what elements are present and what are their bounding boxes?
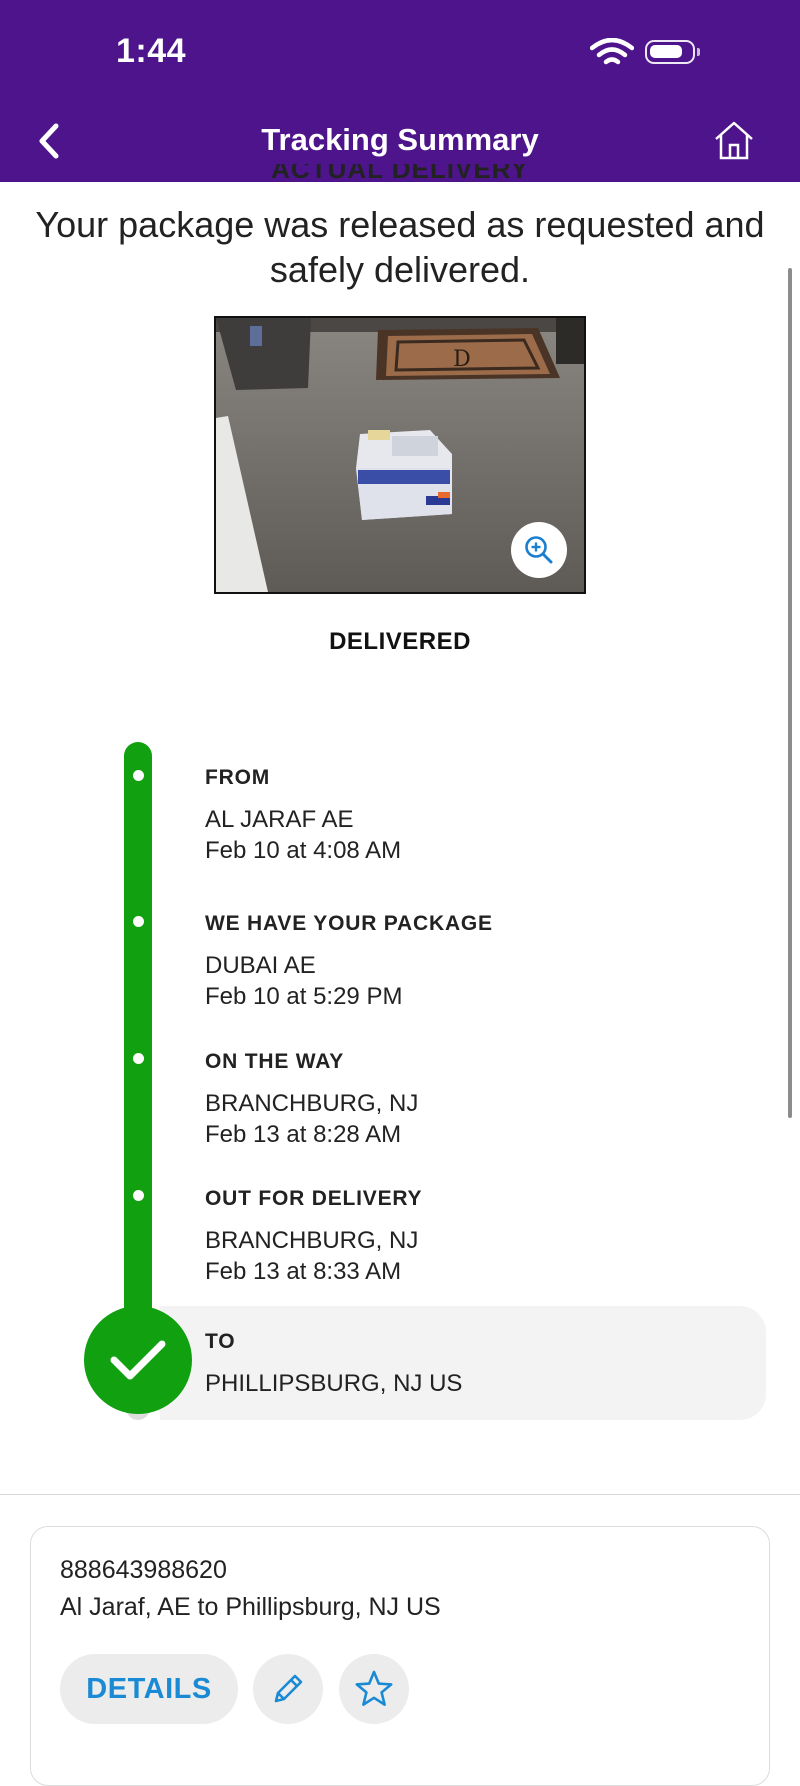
tracking-number: 888643988620 [60, 1556, 227, 1584]
battery-icon [645, 40, 700, 64]
timeline-event-on-the-way: ON THE WAY BRANCHBURG, NJ Feb 13 at 8:28… [205, 1050, 419, 1148]
actual-delivery-heading: ACTUAL DELIVERY [271, 164, 529, 182]
pencil-icon [274, 1674, 303, 1703]
timeline-event-picked-up: WE HAVE YOUR PACKAGE DUBAI AE Feb 10 at … [205, 912, 493, 1010]
zoom-photo-button[interactable] [511, 522, 567, 578]
event-location: BRANCHBURG, NJ [205, 1090, 419, 1117]
section-divider [0, 1494, 800, 1495]
svg-text:D: D [453, 347, 471, 372]
timeline-dot [133, 770, 144, 781]
timeline-event-to: TO PHILLIPSBURG, NJ US [205, 1330, 463, 1397]
details-button[interactable]: DETAILS [60, 1654, 238, 1724]
status-bar-time: 1:44 [116, 32, 187, 70]
delivered-check-badge [84, 1306, 192, 1414]
timeline-event-from: FROM AL JARAF AE Feb 10 at 4:08 AM [205, 766, 402, 864]
event-location: BRANCHBURG, NJ [205, 1227, 419, 1254]
event-location: AL JARAF AE [205, 806, 354, 833]
zoom-in-icon [525, 536, 553, 564]
delivery-message: Your package was released as requested a… [35, 204, 765, 290]
shipment-route: Al Jaraf, AE to Phillipsburg, NJ US [60, 1593, 441, 1621]
scrollbar[interactable] [788, 268, 792, 1118]
timeline-event-out-for-delivery: OUT FOR DELIVERY BRANCHBURG, NJ Feb 13 a… [205, 1187, 423, 1285]
checkmark-icon [110, 1340, 166, 1380]
event-datetime: Feb 10 at 5:29 PM [205, 983, 403, 1010]
event-location: PHILLIPSBURG, NJ US [205, 1370, 463, 1397]
star-icon [355, 1670, 393, 1706]
event-datetime: Feb 13 at 8:28 AM [205, 1121, 402, 1148]
page-title: Tracking Summary [261, 122, 539, 157]
event-datetime: Feb 13 at 8:33 AM [205, 1258, 402, 1285]
event-location: DUBAI AE [205, 952, 316, 979]
edit-button[interactable] [253, 1654, 323, 1724]
timeline-dot [133, 1190, 144, 1201]
event-datetime: Feb 10 at 4:08 AM [205, 837, 402, 864]
wifi-icon [590, 38, 634, 65]
timeline-progress-bar [124, 742, 152, 1336]
delivery-status: DELIVERED [329, 628, 471, 655]
timeline-dot [133, 916, 144, 927]
timeline-dot [133, 1053, 144, 1064]
app-header: 1:44 Tracking Summary [0, 0, 800, 182]
favorite-button[interactable] [339, 1654, 409, 1724]
home-icon[interactable] [712, 118, 756, 162]
